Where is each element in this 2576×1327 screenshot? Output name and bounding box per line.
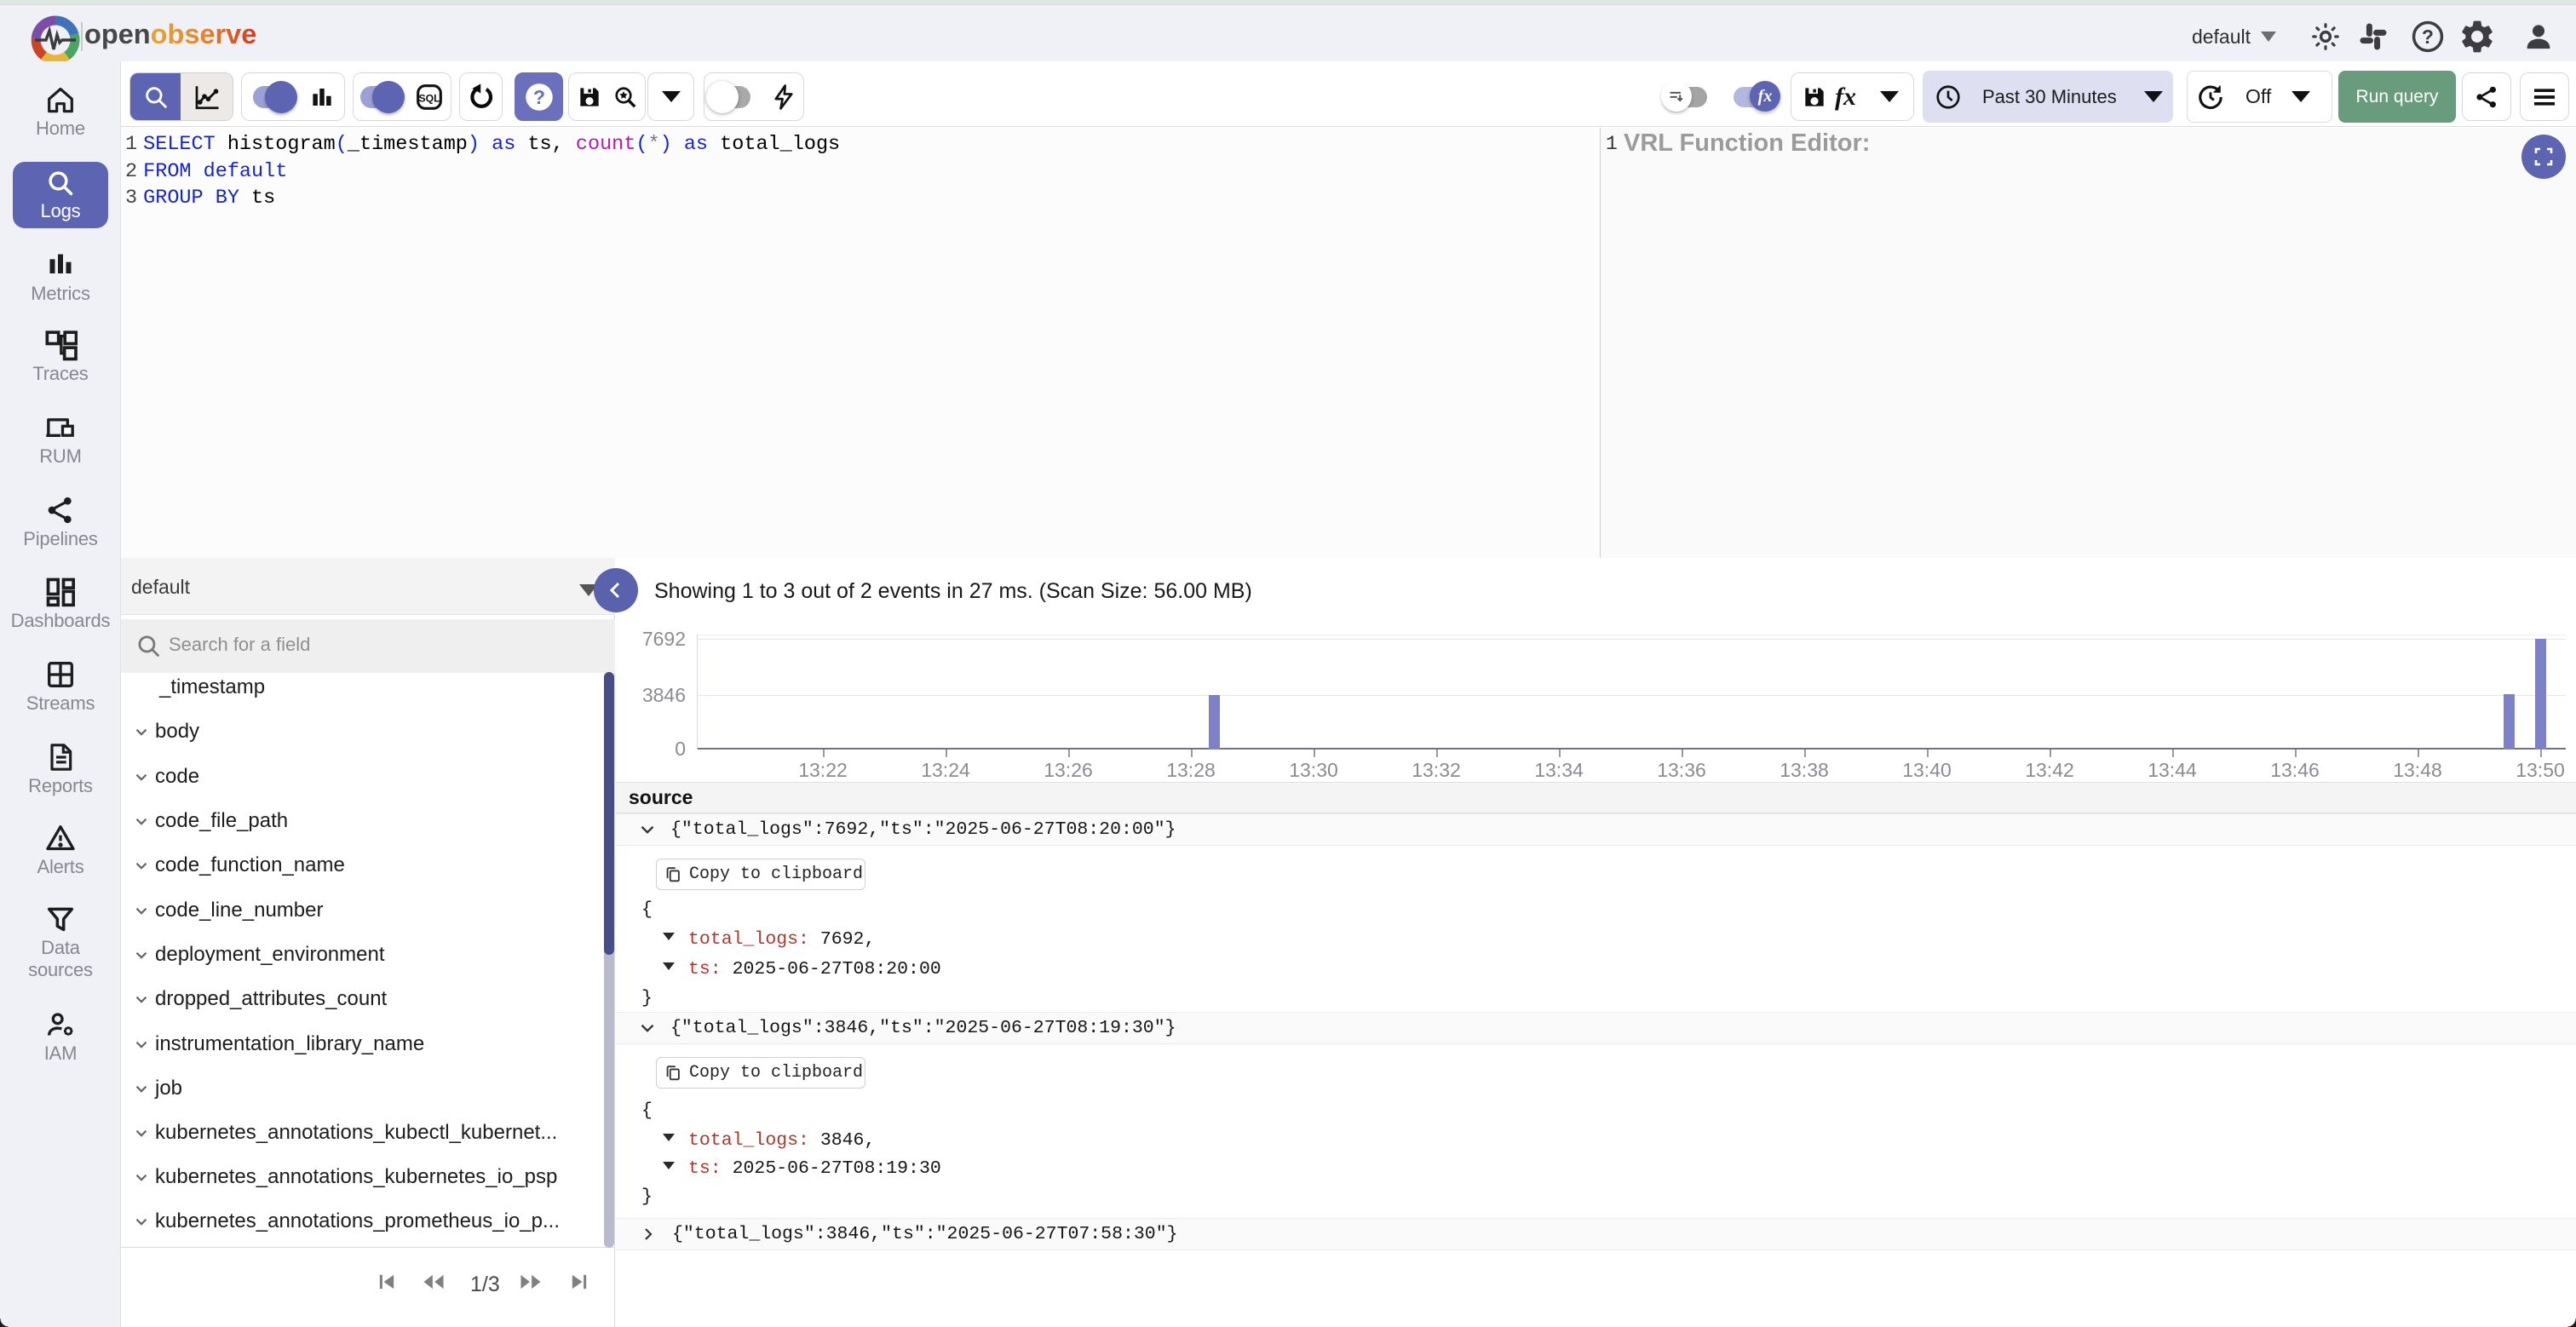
svg-text:SQL: SQL bbox=[418, 92, 440, 104]
svg-text:?: ? bbox=[533, 86, 545, 108]
svg-text:?: ? bbox=[2422, 26, 2434, 48]
